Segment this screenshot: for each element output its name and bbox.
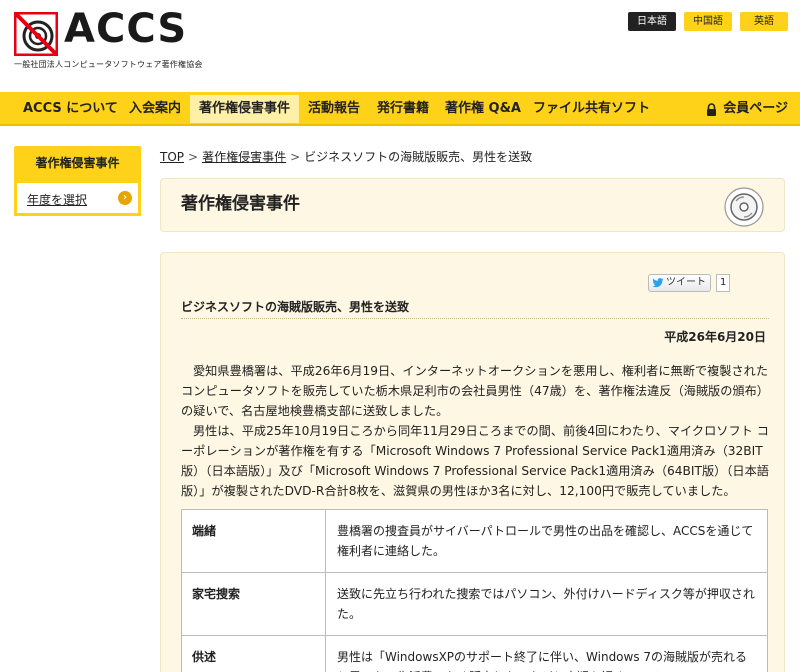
article-panel: ツイート 1 ビジネスソフトの海賊版販売、男性を送致 平成26年6月20日 愛知… [160,252,785,672]
detail-key: 端緒 [181,509,326,573]
table-row: 供述 男性は「WindowsXPのサポート終了に伴い、Windows 7の海賊版… [181,635,768,672]
nav-item-activities[interactable]: 活動報告 [299,95,369,123]
nav-item-infringement-cases[interactable]: 著作権侵害事件 [190,95,300,123]
cd-disc-icon [724,187,764,227]
nav-item-about[interactable]: ACCS について [14,95,127,123]
detail-value: 男性は「WindowsXPのサポート終了に伴い、Windows 7の海賊版が売れ… [325,635,768,672]
article-title: ビジネスソフトの海賊版販売、男性を送致 [181,300,410,314]
nav-item-file-sharing[interactable]: ファイル共有ソフト [524,95,659,123]
breadcrumb-top-link[interactable]: TOP [160,150,184,164]
article-paragraph: 愛知県豊橋署は、平成26年6月19日、インターネットオークションを悪用し、権利者… [181,364,769,418]
lang-english-button[interactable]: 英語 [740,12,788,31]
sidebar-title: 著作権侵害事件 [14,146,141,180]
case-details-table: 端緒 豊橋署の捜査員がサイバーパトロールで男性の出品を確認し、ACCSを通じて権… [181,509,768,672]
lang-chinese-button[interactable]: 中国語 [684,12,732,31]
arrow-right-icon: › [118,191,132,205]
breadcrumb: TOP > 著作権侵害事件 > ビジネスソフトの海賊版販売、男性を送致 [160,148,532,165]
tweet-count: 1 [716,274,731,292]
breadcrumb-separator: > [290,150,301,164]
tweet-label: ツイート [666,277,706,288]
article-date: 平成26年6月20日 [664,330,766,344]
tweet-button[interactable]: ツイート [648,274,711,292]
lock-icon [707,102,717,116]
breadcrumb-current: ビジネスソフトの海賊版販売、男性を送致 [304,150,533,164]
year-select-box[interactable]: 年度を選択 › [14,180,141,216]
table-row: 端緒 豊橋署の捜査員がサイバーパトロールで男性の出品を確認し、ACCSを通じて権… [181,509,768,573]
logo-wordmark: ACCS [64,6,188,52]
accs-logo-icon [14,12,58,56]
detail-key: 供述 [181,635,326,672]
twitter-bird-icon [652,278,664,288]
site-logo[interactable]: ACCS 一般社団法人コンピュータソフトウェア著作権協会 [14,6,202,70]
page-title: 著作権侵害事件 [181,194,300,214]
lang-japanese-button[interactable]: 日本語 [628,12,676,31]
sidebar: 著作権侵害事件 年度を選択 › [14,146,141,216]
logo-subtitle: 一般社団法人コンピュータソフトウェア著作権協会 [14,60,203,69]
member-page-label: 会員ページ [723,101,788,116]
global-nav: ACCS について 入会案内 著作権侵害事件 活動報告 発行書籍 著作権 Q&A… [0,92,800,126]
breadcrumb-separator: > [188,150,199,164]
nav-item-copyright-qa[interactable]: 著作権 Q&A [436,95,530,123]
article-body: 愛知県豊橋署は、平成26年6月19日、インターネットオークションを悪用し、権利者… [181,361,771,501]
nav-item-membership[interactable]: 入会案内 [120,95,190,123]
site-header: ACCS 一般社団法人コンピュータソフトウェア著作権協会 日本語 中国語 英語 [0,0,800,92]
section-heading-box: 著作権侵害事件 [160,178,785,232]
language-switcher: 日本語 中国語 英語 [628,12,788,31]
detail-value: 豊橋署の捜査員がサイバーパトロールで男性の出品を確認し、ACCSを通じて権利者に… [325,509,768,573]
table-row: 家宅捜索 送致に先立ち行われた捜索ではパソコン、外付けハードディスク等が押収され… [181,572,768,636]
tweet-widget: ツイート 1 [648,274,731,292]
year-select-link[interactable]: 年度を選択 [27,191,87,208]
member-page-link[interactable]: 会員ページ [706,95,788,123]
breadcrumb-section-link[interactable]: 著作権侵害事件 [202,150,286,164]
title-divider [181,318,769,319]
detail-value: 送致に先立ち行われた捜索ではパソコン、外付けハードディスク等が押収された。 [325,572,768,636]
detail-key: 家宅捜索 [181,572,326,636]
article-paragraph: 男性は、平成25年10月19日ころから同年11月29日ころまでの間、前後4回にわ… [181,424,769,498]
nav-item-publications[interactable]: 発行書籍 [368,95,438,123]
